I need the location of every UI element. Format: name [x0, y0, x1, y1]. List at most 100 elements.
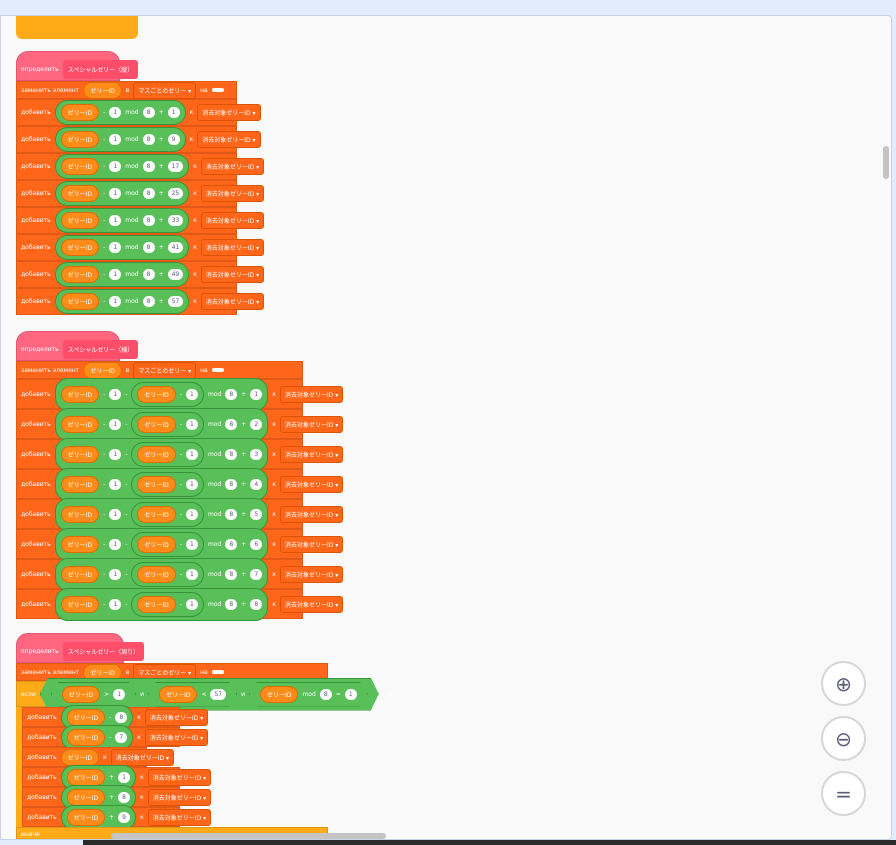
jelly-id-reporter[interactable]: ゼリーID: [137, 475, 176, 493]
number-input[interactable]: 1: [113, 689, 125, 700]
list-dropdown[interactable]: 消去対象ゼリーID ▾: [110, 748, 174, 766]
number-input[interactable]: 7: [250, 568, 263, 580]
operator-reporter[interactable]: ゼリーID -1 mod 8 +25: [54, 181, 190, 206]
list-dropdown[interactable]: 消去対象ゼリーID ▾: [279, 595, 344, 613]
operator-reporter[interactable]: ゼリーID -1 mod 8 +41: [54, 235, 190, 260]
jelly-id-reporter[interactable]: ゼリーID: [60, 239, 100, 256]
number-input[interactable]: 8: [142, 269, 155, 280]
operator-reporter[interactable]: ゼリーID -1: [131, 531, 204, 557]
jelly-id-reporter[interactable]: ゼリーID: [66, 708, 106, 726]
add-to-list-block[interactable]: добавить ゼリーID -1 mod 8 +17 к 消去対象ゼリーID ▾: [16, 153, 265, 180]
number-input[interactable]: 3: [250, 448, 263, 460]
operator-reporter[interactable]: ゼリーID -1 mod 8 +17: [54, 154, 190, 179]
number-input[interactable]: 1: [109, 296, 122, 307]
list-dropdown[interactable]: 消去対象ゼリーID ▾: [197, 131, 261, 148]
number-input[interactable]: 1: [185, 598, 198, 610]
number-input[interactable]: 1: [109, 215, 122, 226]
list-dropdown[interactable]: 消去対象ゼリーID ▾: [279, 415, 344, 433]
number-input[interactable]: 1: [109, 598, 122, 610]
list-dropdown[interactable]: 消去対象ゼリーID ▾: [200, 293, 265, 310]
list-dropdown[interactable]: 消去対象ゼリーID ▾: [197, 104, 261, 121]
list-dropdown[interactable]: 消去対象ゼリーID ▾: [200, 239, 265, 256]
add-to-list-block[interactable]: добавить ゼリーID -1 mod 8 +49 к 消去対象ゼリーID ▾: [16, 261, 265, 288]
number-input[interactable]: 1: [109, 508, 122, 520]
jelly-id-reporter[interactable]: ゼリーID: [137, 565, 176, 583]
number-input[interactable]: 1: [185, 418, 198, 430]
vertical-scrollbar[interactable]: [883, 146, 889, 179]
number-input[interactable]: 2: [250, 418, 263, 430]
operator-reporter[interactable]: ゼリーID -1: [131, 561, 204, 587]
jelly-id-reporter[interactable]: ゼリーID: [60, 445, 100, 463]
number-input[interactable]: 5: [250, 508, 263, 520]
number-input[interactable]: 1: [109, 568, 122, 580]
jelly-id-reporter[interactable]: ゼリーID: [137, 535, 176, 553]
number-input[interactable]: 17: [167, 161, 184, 172]
if-else-block[interactable]: если ゼリーID >1 и ゼリーID <57 и ゼリーID mod 8 = 1 , то: [16, 681, 394, 707]
list-dropdown[interactable]: 消去対象ゼリーID ▾: [200, 158, 265, 175]
number-input[interactable]: [211, 368, 224, 372]
operator-reporter[interactable]: ゼリーID -1- ゼリーID -1 mod 8 +1: [54, 377, 269, 411]
list-dropdown[interactable]: 消去対象ゼリーID ▾: [279, 385, 344, 403]
define-block[interactable]: определить スペシャルゼリー（縦）: [16, 51, 139, 81]
operator-reporter[interactable]: ゼリーID -1: [131, 381, 204, 407]
number-input[interactable]: [211, 670, 224, 674]
number-input[interactable]: 1: [109, 478, 122, 490]
operator-reporter[interactable]: ゼリーID +9: [60, 804, 137, 830]
add-to-list-block[interactable]: добавить ゼリーID -1- ゼリーID -1 mod 8 +2 к 消去対象ゼリーID …: [16, 407, 344, 441]
list-dropdown[interactable]: 消去対象ゼリーID ▾: [144, 728, 209, 746]
list-dropdown[interactable]: マスごとのゼリー ▾: [133, 81, 197, 99]
number-input[interactable]: 8: [320, 689, 332, 700]
number-input[interactable]: 9: [118, 811, 131, 823]
list-dropdown[interactable]: 消去対象ゼリーID ▾: [144, 708, 209, 726]
number-input[interactable]: 8: [115, 711, 128, 723]
operator-reporter[interactable]: ゼリーID -1: [131, 411, 204, 437]
operator-reporter[interactable]: ゼリーID -1 mod 8 +9: [54, 127, 186, 152]
add-to-list-block[interactable]: добавить ゼリーID -7 к 消去対象ゼリーID ▾: [22, 724, 209, 750]
code-workspace[interactable]: определить スペシャルゼリー（縦） заменить элемент ゼリー…: [0, 15, 892, 840]
define-block[interactable]: определить スペシャルゼリー（周り）: [16, 633, 145, 663]
list-dropdown[interactable]: 消去対象ゼリーID ▾: [147, 768, 212, 786]
number-input[interactable]: 8: [225, 508, 238, 520]
jelly-id-reporter[interactable]: ゼリーID: [60, 293, 100, 310]
operator-reporter[interactable]: ゼリーID -1- ゼリーID -1 mod 8 +7: [54, 557, 269, 591]
jelly-id-reporter[interactable]: ゼリーID: [66, 808, 106, 826]
number-input[interactable]: 4: [250, 478, 263, 490]
jelly-id-reporter[interactable]: ゼリーID: [60, 505, 100, 523]
number-input[interactable]: 25: [167, 188, 184, 199]
add-to-list-block[interactable]: добавить ゼリーID -1- ゼリーID -1 mod 8 +7 к 消去対象ゼリーID …: [16, 557, 344, 591]
horizontal-scrollbar[interactable]: [111, 833, 386, 839]
define-block[interactable]: определить スペシャルゼリー（横）: [16, 331, 139, 361]
operator-reporter[interactable]: ゼリーID -1: [131, 591, 204, 617]
list-dropdown[interactable]: 消去対象ゼリーID ▾: [279, 505, 344, 523]
jelly-id-reporter[interactable]: ゼリーID: [60, 565, 100, 583]
add-to-list-block[interactable]: добавить ゼリーID +9 к 消去対象ゼリーID ▾: [22, 804, 212, 830]
jelly-id-reporter[interactable]: ゼリーID: [137, 445, 176, 463]
number-input[interactable]: 1: [185, 388, 198, 400]
jelly-id-reporter[interactable]: ゼリーID: [137, 415, 176, 433]
jelly-id-reporter[interactable]: ゼリーID: [60, 131, 100, 148]
add-to-list-block[interactable]: добавить ゼリーID -1- ゼリーID -1 mod 8 +3 к 消去対象ゼリーID …: [16, 437, 344, 471]
number-input[interactable]: 8: [225, 568, 238, 580]
jelly-id-reporter[interactable]: ゼリーID: [60, 535, 100, 553]
number-input[interactable]: 1: [345, 689, 357, 700]
list-dropdown[interactable]: 消去対象ゼリーID ▾: [200, 212, 265, 229]
jelly-id-reporter[interactable]: ゼリーID: [62, 686, 100, 703]
number-input[interactable]: 1: [118, 771, 131, 783]
number-input[interactable]: 8: [142, 296, 155, 307]
jelly-id-reporter[interactable]: ゼリーID: [60, 385, 100, 403]
number-input[interactable]: 9: [167, 134, 180, 145]
add-to-list-block[interactable]: добавить ゼリーID -1- ゼリーID -1 mod 8 +5 к 消去対象ゼリーID …: [16, 497, 344, 531]
list-dropdown[interactable]: 消去対象ゼリーID ▾: [279, 565, 344, 583]
add-to-list-block[interactable]: добавить ゼリーID -1 mod 8 +25 к 消去対象ゼリーID ▾: [16, 180, 265, 207]
operator-reporter[interactable]: ゼリーID -1 mod 8 +57: [54, 289, 190, 314]
jelly-id-reporter[interactable]: ゼリーID: [60, 475, 100, 493]
replace-item-block[interactable]: заменить элемент ゼリーID в マスごとのゼリー ▾ на: [16, 361, 303, 379]
number-input[interactable]: 1: [109, 418, 122, 430]
list-dropdown[interactable]: 消去対象ゼリーID ▾: [279, 445, 344, 463]
boolean-operator[interactable]: ゼリーID mod 8 = 1: [249, 682, 368, 707]
number-input[interactable]: 7: [115, 731, 128, 743]
number-input[interactable]: 8: [142, 215, 155, 226]
operator-reporter[interactable]: ゼリーID -1- ゼリーID -1 mod 8 +8: [54, 587, 269, 621]
add-to-list-block[interactable]: добавить ゼリーID -1 mod 8 +33 к 消去対象ゼリーID ▾: [16, 207, 265, 234]
operator-reporter[interactable]: ゼリーID -7: [60, 724, 134, 750]
